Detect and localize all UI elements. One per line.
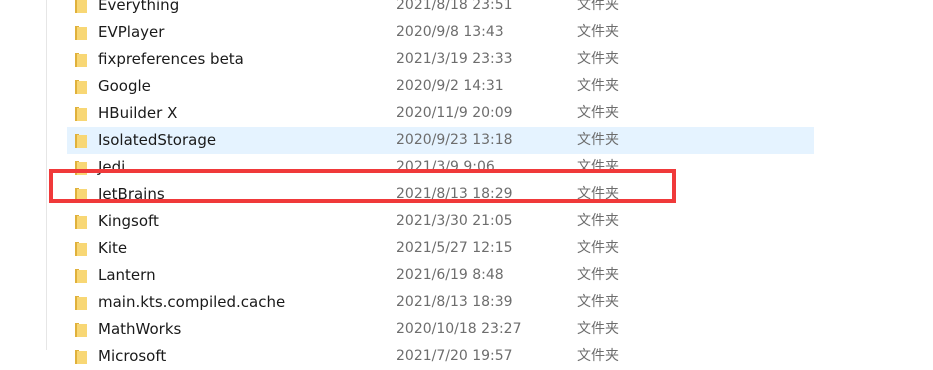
file-type: 文件夹 [577,240,619,256]
file-row-kite[interactable]: Kite 2021/5/27 12:15 文件夹 [67,235,814,262]
folder-icon [75,134,87,148]
folder-icon [75,0,87,13]
folder-icon [75,80,87,94]
modified-date: 2021/3/30 21:05 [396,213,513,229]
file-name[interactable]: MathWorks [98,320,181,339]
file-type: 文件夹 [577,213,619,229]
file-name[interactable]: IsolatedStorage [98,131,216,150]
modified-date: 2021/8/18 23:51 [396,0,513,13]
file-type: 文件夹 [577,105,619,121]
modified-date: 2021/8/13 18:39 [396,294,513,310]
modified-date: 2021/6/19 8:48 [396,267,504,283]
annotation-highlight-box [49,169,676,203]
folder-icon [75,107,87,121]
file-row-lantern[interactable]: Lantern 2021/6/19 8:48 文件夹 [67,262,814,289]
modified-date: 2021/3/19 23:33 [396,51,513,67]
folder-icon [75,350,87,364]
modified-date: 2020/9/23 13:18 [396,132,513,148]
file-row-mathworks[interactable]: MathWorks 2020/10/18 23:27 文件夹 [67,316,814,343]
file-row-kingsoft[interactable]: Kingsoft 2021/3/30 21:05 文件夹 [67,208,814,235]
folder-icon [75,53,87,67]
folder-icon [75,323,87,337]
file-name[interactable]: Kite [98,239,127,258]
file-row-evplayer[interactable]: EVPlayer 2020/9/8 13:43 文件夹 [67,19,814,46]
folder-icon [75,26,87,40]
folder-icon [75,215,87,229]
folder-icon [75,269,87,283]
file-name[interactable]: Lantern [98,266,156,285]
navigation-pane-divider[interactable] [46,0,47,350]
file-name[interactable]: Kingsoft [98,212,159,231]
modified-date: 2020/9/8 13:43 [396,24,504,40]
file-name[interactable]: EVPlayer [98,23,164,42]
file-row-google[interactable]: Google 2020/9/2 14:31 文件夹 [67,73,814,100]
file-name[interactable]: HBuilder X [98,104,177,123]
file-type: 文件夹 [577,321,619,337]
file-name[interactable]: fixpreferences beta [98,50,244,69]
file-row-hbuilder-x[interactable]: HBuilder X 2020/11/9 20:09 文件夹 [67,100,814,127]
file-type: 文件夹 [577,267,619,283]
file-type: 文件夹 [577,51,619,67]
file-type: 文件夹 [577,24,619,40]
folder-icon [75,242,87,256]
file-name[interactable]: Everything [98,0,179,15]
modified-date: 2021/5/27 12:15 [396,240,513,256]
file-row-microsoft[interactable]: Microsoft 2021/7/20 19:57 文件夹 [67,343,814,370]
file-type: 文件夹 [577,294,619,310]
file-row-main-kts-compiled-cache[interactable]: main.kts.compiled.cache 2021/8/13 18:39 文件… [67,289,814,316]
file-type: 文件夹 [577,78,619,94]
modified-date: 2020/10/18 23:27 [396,321,522,337]
file-type: 文件夹 [577,132,619,148]
modified-date: 2020/9/2 14:31 [396,78,504,94]
file-row-everything[interactable]: Everything 2021/8/18 23:51 文件夹 [67,0,814,19]
file-row-fixpreferences-beta[interactable]: fixpreferences beta 2021/3/19 23:33 文件夹 [67,46,814,73]
modified-date: 2020/11/9 20:09 [396,105,513,121]
file-type: 文件夹 [577,0,619,13]
file-row-isolatedstorage[interactable]: IsolatedStorage 2020/9/23 13:18 文件夹 [67,127,814,154]
file-name[interactable]: main.kts.compiled.cache [98,293,285,312]
folder-icon [75,296,87,310]
file-name[interactable]: Google [98,77,151,96]
